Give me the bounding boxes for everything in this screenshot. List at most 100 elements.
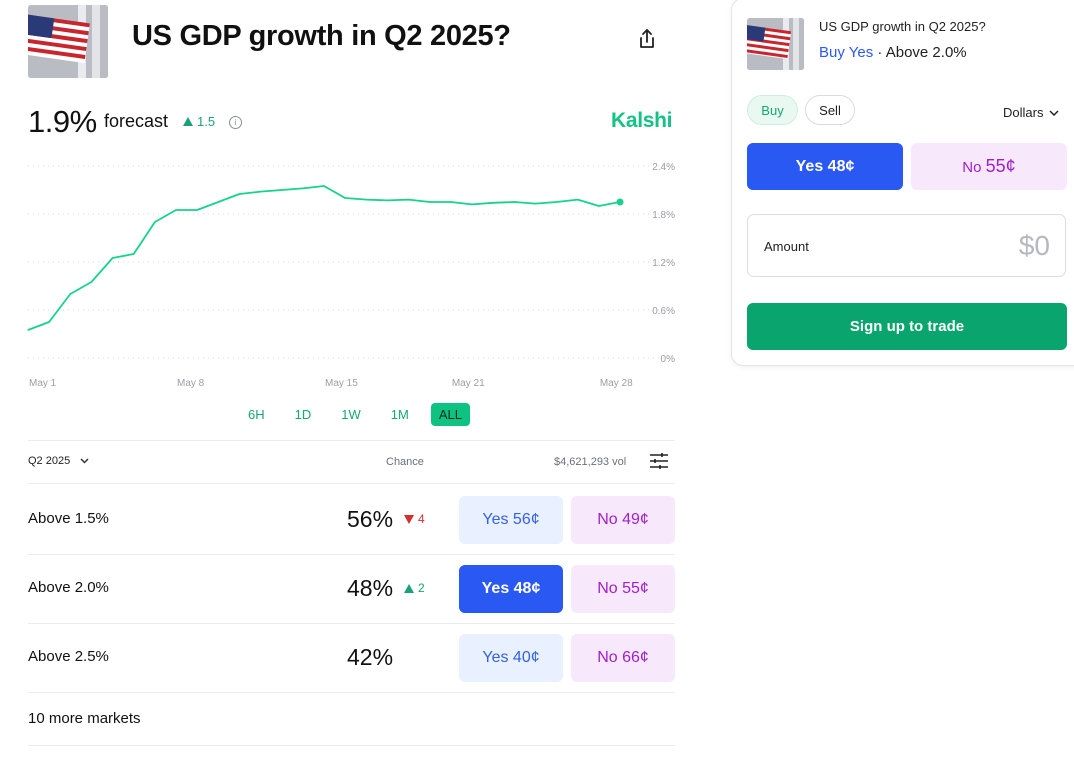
- range-button-6h[interactable]: 6H: [240, 403, 273, 426]
- row-divider: [28, 692, 675, 693]
- row-divider: [28, 554, 675, 555]
- data-point: [302, 187, 304, 189]
- range-button-1w[interactable]: 1W: [333, 403, 369, 426]
- market-row-label[interactable]: Above 2.0%: [28, 579, 109, 596]
- data-point: [323, 185, 325, 187]
- x-tick-label: May 1: [29, 378, 57, 389]
- x-tick-label: May 21: [452, 378, 485, 389]
- market-row-change-value: 2: [418, 581, 425, 595]
- price-chart: 2.4% 1.8% 1.2% 0.6% 0% May 1 May 8 May 15 May 21…: [27, 162, 676, 389]
- range-button-1m[interactable]: 1M: [383, 403, 417, 426]
- info-icon[interactable]: i: [229, 116, 242, 129]
- no-button[interactable]: No 55¢: [571, 565, 675, 613]
- trade-no-button[interactable]: No 55¢: [911, 143, 1067, 190]
- yes-button[interactable]: Yes 40¢: [459, 634, 563, 682]
- yes-price: 48¢: [827, 158, 855, 175]
- forecast-change-value: 1.5: [197, 114, 216, 129]
- data-point: [217, 201, 219, 203]
- series-line: [27, 185, 621, 331]
- x-tick-label: May 8: [177, 378, 205, 389]
- trade-side: Buy Yes: [819, 44, 874, 61]
- trade-market-name: Above 2.0%: [885, 44, 967, 61]
- market-image: [28, 5, 108, 78]
- chevron-down-icon: [80, 458, 89, 464]
- brand-logo: Kalshi: [611, 109, 673, 132]
- volume-label: $4,621,293 vol: [554, 456, 627, 468]
- data-point: [577, 199, 579, 201]
- data-point: [492, 202, 494, 204]
- market-row-change: 4: [404, 512, 425, 526]
- data-point: [175, 209, 177, 211]
- sell-tab[interactable]: Sell: [805, 95, 855, 125]
- chevron-down-icon: [1049, 109, 1059, 116]
- data-point: [259, 191, 262, 193]
- data-point: [365, 199, 367, 201]
- range-button-1d[interactable]: 1D: [287, 403, 320, 426]
- data-point: [534, 203, 537, 205]
- forecast-label: forecast: [104, 111, 169, 131]
- data-point: [344, 197, 346, 199]
- share-icon[interactable]: [636, 27, 658, 51]
- y-tick-label: 1.8%: [652, 210, 675, 221]
- y-tick-label: 0.6%: [652, 306, 675, 317]
- triangle-down-icon: [404, 514, 414, 524]
- unit-dropdown[interactable]: Dollars: [1003, 105, 1059, 120]
- trade-yes-button[interactable]: Yes 48¢: [747, 143, 903, 190]
- no-button[interactable]: No 66¢: [571, 634, 675, 682]
- trade-market-title: US GDP growth in Q2 2025?: [819, 19, 986, 34]
- no-prefix: No: [962, 159, 982, 176]
- triangle-up-icon: [183, 117, 193, 126]
- data-point: [90, 281, 93, 283]
- data-point: [238, 193, 241, 195]
- data-point: [133, 253, 135, 255]
- market-row-chance: 42%: [347, 644, 394, 670]
- data-point: [386, 199, 389, 201]
- sign-up-button[interactable]: Sign up to trade: [747, 303, 1067, 350]
- period-label: Q2 2025: [28, 455, 71, 467]
- market-row-label[interactable]: Above 1.5%: [28, 510, 109, 527]
- triangle-up-icon: [404, 583, 414, 593]
- data-point: [450, 201, 452, 203]
- range-selector: 6H 1D 1W 1M ALL: [240, 403, 470, 426]
- amount-field[interactable]: Amount $0: [747, 214, 1066, 277]
- filter-icon[interactable]: [649, 452, 669, 475]
- yes-button[interactable]: Yes 56¢: [459, 496, 563, 544]
- data-point: [48, 321, 50, 323]
- row-divider: [28, 623, 675, 624]
- yes-prefix: Yes: [795, 158, 824, 175]
- no-button[interactable]: No 49¢: [571, 496, 675, 544]
- data-point: [429, 201, 431, 203]
- buy-tab[interactable]: Buy: [747, 95, 798, 125]
- data-point: [471, 203, 473, 205]
- data-point: [555, 201, 558, 203]
- period-dropdown[interactable]: Q2 2025: [28, 455, 89, 467]
- range-button-all[interactable]: ALL: [430, 403, 470, 426]
- forecast-value: 1.9%: [28, 104, 97, 139]
- x-tick-label: May 28: [600, 378, 633, 389]
- amount-value[interactable]: $0: [1019, 230, 1050, 262]
- chance-header: Chance: [386, 456, 424, 468]
- x-tick-label: May 15: [325, 378, 358, 389]
- y-tick-label: 2.4%: [652, 162, 675, 173]
- separator: ·: [873, 44, 886, 61]
- data-point: [281, 189, 283, 191]
- market-row-chance: 48%: [347, 575, 394, 601]
- page-title: US GDP growth in Q2 2025?: [132, 20, 511, 52]
- y-tick-label: 0%: [661, 354, 676, 365]
- amount-label: Amount: [764, 239, 809, 254]
- trade-market-image: [747, 18, 804, 70]
- data-point: [111, 257, 114, 259]
- data-point: [27, 329, 29, 331]
- data-point: [196, 209, 198, 211]
- data-point: [598, 205, 600, 207]
- data-point: [69, 293, 71, 295]
- market-row-label[interactable]: Above 2.5%: [28, 648, 109, 665]
- more-markets-link[interactable]: 10 more markets: [28, 710, 141, 727]
- data-point: [513, 201, 515, 203]
- unit-label: Dollars: [1003, 105, 1044, 120]
- market-row-change: 2: [404, 581, 425, 595]
- yes-button[interactable]: Yes 48¢: [459, 565, 563, 613]
- forecast-change: 1.5: [183, 114, 215, 129]
- data-point: [154, 221, 156, 223]
- y-tick-label: 1.2%: [652, 258, 675, 269]
